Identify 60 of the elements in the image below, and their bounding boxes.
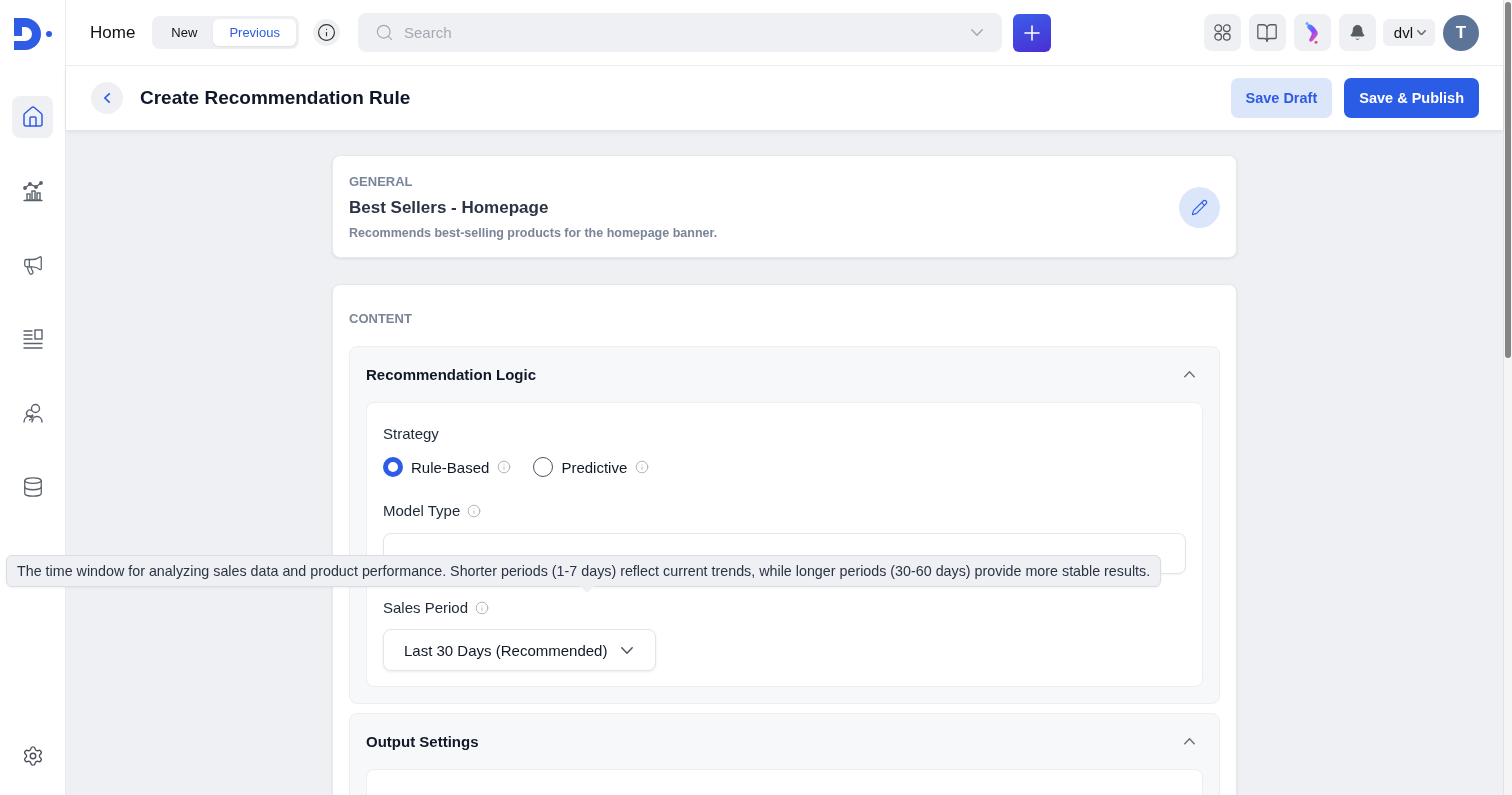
accordion-title[interactable]: Recommendation Logic [366,366,537,383]
collapse-button[interactable] [1184,371,1195,378]
radio-button[interactable] [383,457,403,477]
collapse-button[interactable] [1184,738,1195,745]
chevron-down-icon [621,646,633,654]
users-icon [21,402,44,424]
add-button[interactable] [1012,13,1051,52]
logo [12,18,53,50]
notifications-button[interactable] [1338,14,1376,51]
tooltip: The time window for analyzing sales data and product performance. Shorter periods (1-7 days) reflect current trends, while longer periods (30-60 days) provide more stable results. [6,555,1162,587]
docs-button[interactable] [1248,14,1286,51]
bell-icon [1348,24,1366,41]
apps-button[interactable] [1203,14,1241,51]
radio-label: Rule-Based [411,458,490,476]
gradient-logo-icon [1304,21,1321,44]
section-heading: CONTENT [349,311,413,326]
list-icon [21,328,44,350]
section-heading: GENERAL [349,174,414,189]
search-input[interactable]: Search [403,24,961,41]
accordion-title[interactable]: Output Settings [366,733,479,750]
chevron-left-icon [104,93,110,103]
search-icon [374,23,394,42]
search-field[interactable]: Search [357,13,1002,52]
radio-label: Predictive [561,458,628,476]
publish-button[interactable]: Save & Publish [1344,78,1479,118]
save-draft-button[interactable]: Save Draft [1230,78,1333,118]
page-title: Home [90,22,136,43]
megaphone-icon [21,254,44,276]
field-label: Strategy [383,425,439,442]
user-avatar[interactable]: T [1443,14,1479,51]
chevron-up-icon [1184,738,1195,745]
rule-description: Recommends best-selling products for the homepage banner. [349,226,718,240]
tooltip-pointer-icon [580,586,594,593]
chevron-up-icon [1184,371,1195,378]
pencil-icon [1191,198,1208,216]
apps-grid-icon [1213,24,1231,41]
dropdown[interactable]: Last 30 Days (Recommended) [383,629,656,671]
page-heading: Create Recommendation Rule [140,87,411,109]
home-icon [20,105,45,129]
chevron-down-icon [1417,29,1426,36]
edit-button[interactable] [1179,186,1220,228]
field-label: Sales Period [383,599,469,616]
rule-name: Best Sellers - Homepage [349,198,550,218]
book-icon [1256,21,1279,44]
bar-chart-icon [21,180,44,202]
scrollbar-thumb[interactable] [1505,2,1511,358]
info-button[interactable] [312,19,340,46]
assistant-button[interactable] [1293,14,1331,51]
toggle-option[interactable]: Previous [213,19,296,46]
settings-icon [21,745,44,767]
radio-button[interactable] [533,457,554,477]
chevron-down-icon [970,29,983,36]
nav-item[interactable] [12,96,53,138]
info-icon [316,23,336,42]
database-icon [21,476,44,498]
scrollbar[interactable] [1503,0,1512,795]
workspace-dropdown[interactable]: dvl [1382,19,1435,46]
toggle-option[interactable]: New [155,19,214,46]
back-button[interactable] [91,82,123,114]
field-label: Model Type [383,502,461,519]
